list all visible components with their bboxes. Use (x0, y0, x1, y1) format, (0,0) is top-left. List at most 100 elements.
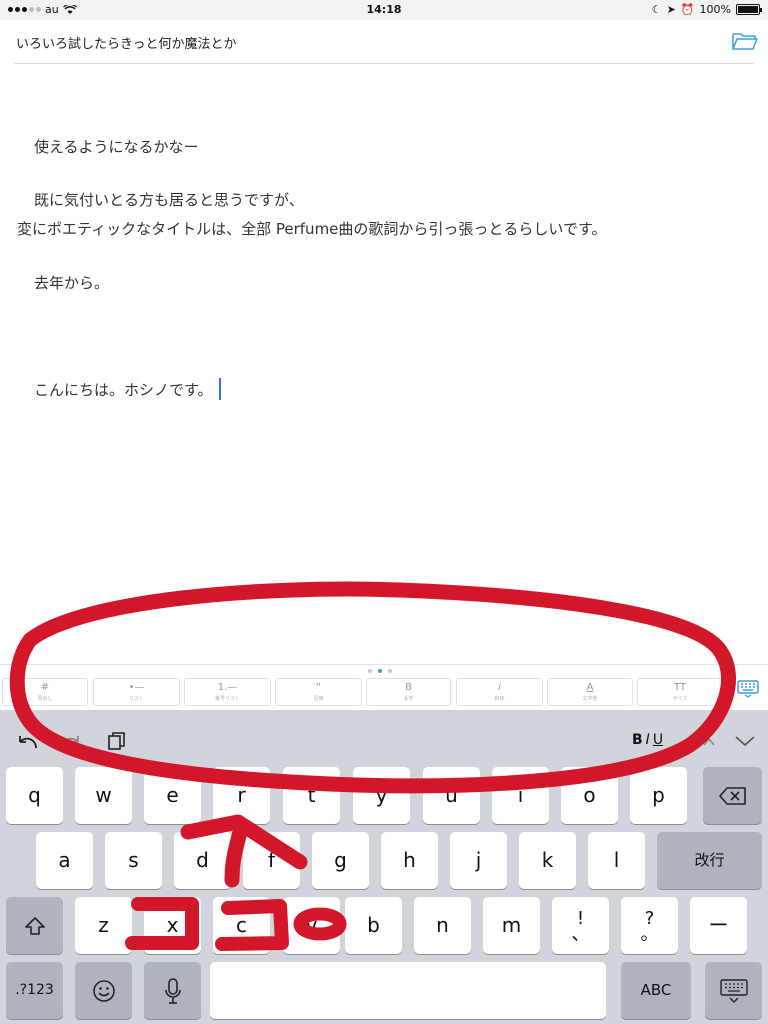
page-dot (368, 669, 372, 673)
location-icon: ➤ (666, 3, 676, 16)
biu-format-buttons[interactable]: BIU (632, 732, 663, 748)
key-k[interactable]: k (519, 832, 576, 889)
key-p[interactable]: p (630, 767, 687, 824)
bold-button[interactable]: B 太字 (366, 678, 451, 706)
keyboard-toggle-icon[interactable] (737, 680, 759, 698)
comma-glyph: 、 (571, 923, 590, 945)
shift-icon (24, 916, 45, 935)
microphone-icon (164, 977, 181, 1004)
italic-label: 斜体 (494, 696, 505, 702)
key-q[interactable]: q (6, 767, 63, 824)
backspace-key[interactable] (703, 767, 762, 824)
key-w[interactable]: w (75, 767, 132, 824)
folder-icon[interactable] (732, 31, 758, 51)
key-v[interactable]: v (283, 897, 340, 954)
key-m[interactable]: m (483, 897, 540, 954)
dictation-key[interactable] (144, 962, 201, 1019)
page-dot (388, 669, 392, 673)
heading-icon: # (40, 682, 50, 693)
hide-keyboard-icon (719, 978, 748, 1003)
bold-label: 太字 (403, 696, 414, 702)
key-exclaim-comma[interactable]: !、 (552, 897, 609, 954)
kb-underline[interactable]: U (653, 732, 663, 748)
redo-icon[interactable] (58, 732, 84, 752)
quote-button[interactable]: “ 引用 (275, 678, 362, 706)
key-i[interactable]: i (492, 767, 549, 824)
list-label: リスト (128, 696, 144, 702)
emoji-icon (92, 979, 115, 1002)
paste-icon[interactable] (106, 730, 128, 752)
text-size-label: サイズ (672, 696, 688, 702)
text-caret (218, 378, 221, 400)
numbers-key[interactable]: .?123 (6, 962, 63, 1019)
kb-bold[interactable]: B (632, 732, 643, 748)
battery-percent: 100% (699, 3, 731, 16)
key-n[interactable]: n (414, 897, 471, 954)
abc-key[interactable]: ABC (621, 962, 691, 1019)
editor-line-text: こんにちは。ホシノです。 (34, 381, 213, 399)
list-icon: •— (128, 682, 145, 693)
software-keyboard: BIU q w e r t y u i o p a s d f g h j k … (0, 710, 768, 1024)
heading-label: 見出し (37, 696, 53, 702)
page-dot-active (378, 669, 382, 673)
text-size-button[interactable]: TT サイズ (637, 678, 723, 706)
key-z[interactable]: z (75, 897, 132, 954)
key-e[interactable]: e (144, 767, 201, 824)
italic-icon: i (498, 682, 501, 693)
list-button[interactable]: •— リスト (93, 678, 180, 706)
key-h[interactable]: h (381, 832, 438, 889)
battery-icon (736, 4, 762, 15)
status-right: ☾ ➤ ⏰ 100% (651, 3, 762, 16)
chevron-down-icon[interactable] (734, 734, 756, 748)
key-t[interactable]: t (283, 767, 340, 824)
alarm-icon: ⏰ (680, 3, 695, 16)
numbered-list-icon: 1.— (217, 682, 238, 693)
kb-italic[interactable]: I (646, 732, 650, 748)
bold-icon: B (405, 682, 412, 693)
key-y[interactable]: y (353, 767, 410, 824)
editor-line-current: こんにちは。ホシノです。 (34, 378, 221, 400)
keyboard-shortcut-bar: BIU (0, 710, 768, 760)
emoji-key[interactable] (75, 962, 132, 1019)
editor-line: 去年から。 (34, 274, 110, 292)
space-key[interactable] (210, 962, 606, 1019)
key-u[interactable]: u (423, 767, 480, 824)
title-bar: いろいろ試したらきっと何か魔法とか (0, 20, 768, 64)
text-size-icon: TT (673, 682, 687, 693)
key-c[interactable]: c (213, 897, 270, 954)
key-j[interactable]: j (450, 832, 507, 889)
shift-key[interactable] (6, 897, 63, 954)
key-exclaim-comma-glyphs: !、 (571, 909, 590, 945)
chevron-up-icon[interactable] (702, 736, 716, 748)
key-x[interactable]: x (144, 897, 201, 954)
return-key[interactable]: 改行 (657, 832, 762, 889)
markdown-toolbar: # 見出し •— リスト 1.— 番号リスト “ 引用 B 太字 i 斜体 A 文字色 TT サ… (0, 664, 768, 710)
text-color-label: 文字色 (582, 696, 598, 702)
key-r[interactable]: r (213, 767, 270, 824)
key-a[interactable]: a (36, 832, 93, 889)
key-l[interactable]: l (588, 832, 645, 889)
editor-line: 既に気付いとる方も居ると思うですが、 (34, 191, 304, 209)
key-d[interactable]: d (174, 832, 231, 889)
text-color-icon: A (586, 682, 594, 693)
text-color-button[interactable]: A 文字色 (547, 678, 633, 706)
moon-icon: ☾ (651, 3, 662, 16)
backspace-icon (718, 786, 746, 805)
key-question-period[interactable]: ?。 (621, 897, 678, 954)
key-o[interactable]: o (561, 767, 618, 824)
key-long-dash[interactable]: ー (690, 897, 747, 954)
key-f[interactable]: f (243, 832, 300, 889)
key-s[interactable]: s (105, 832, 162, 889)
heading-button[interactable]: # 見出し (2, 678, 88, 706)
undo-icon[interactable] (14, 732, 40, 752)
italic-button[interactable]: i 斜体 (456, 678, 543, 706)
toolbar-page-indicator (368, 669, 392, 673)
key-g[interactable]: g (312, 832, 369, 889)
quote-label: 引用 (313, 696, 324, 702)
status-bar: au 14:18 ☾ ➤ ⏰ 100% (0, 0, 768, 20)
post-title[interactable]: いろいろ試したらきっと何か魔法とか (16, 33, 236, 52)
editor-area[interactable]: 使えるようになるかなー 既に気付いとる方も居ると思うですが、 変にポエティックな… (0, 64, 768, 664)
key-b[interactable]: b (345, 897, 402, 954)
numbered-list-button[interactable]: 1.— 番号リスト (184, 678, 271, 706)
hide-keyboard-key[interactable] (705, 962, 762, 1019)
